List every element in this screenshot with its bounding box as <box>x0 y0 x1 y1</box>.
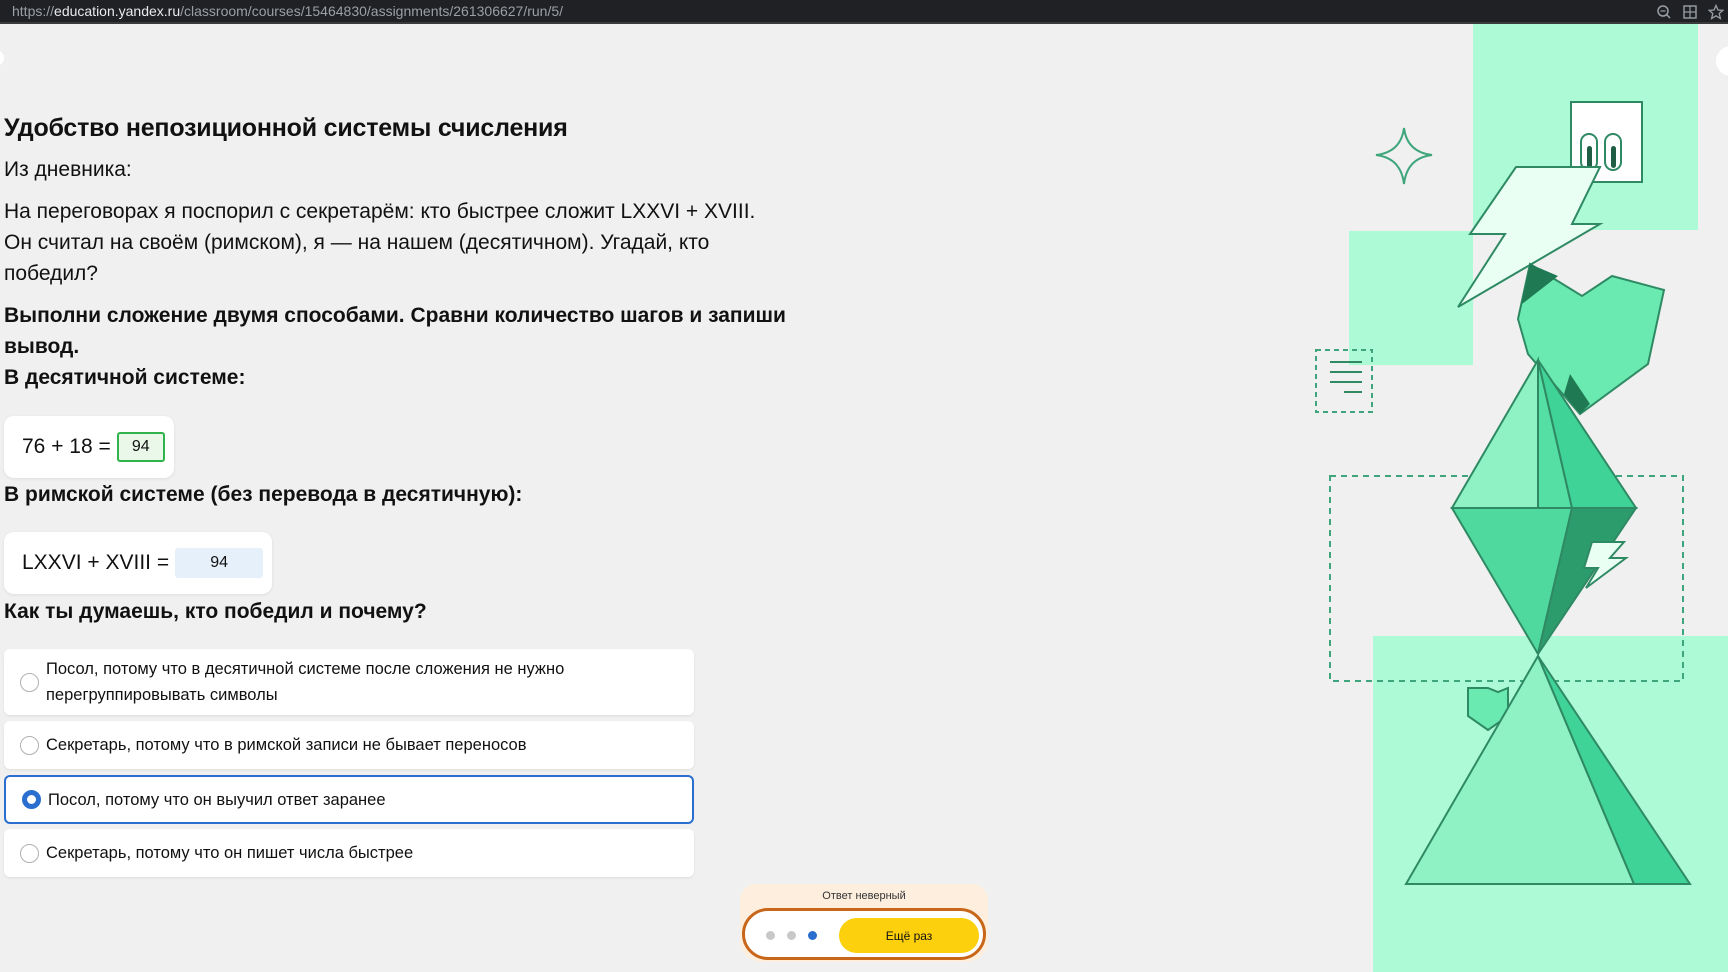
decorative-illustration <box>1315 24 1728 972</box>
retry-button[interactable]: Ещё раз <box>839 918 979 953</box>
answer-option-3-label: Посол, потому что он выучил ответ заране… <box>48 790 386 809</box>
zoom-icon[interactable] <box>1656 4 1672 20</box>
feedback-status: Ответ неверный <box>822 890 906 902</box>
answer-option-4[interactable]: Секретарь, потому что он пишет числа быс… <box>4 829 694 877</box>
story-line-2: Он считал на своём (римском), я — на наш… <box>4 231 710 254</box>
story-line-3: победил? <box>4 262 98 285</box>
page-title: Удобство непозиционной системы счисления <box>4 114 568 142</box>
radio-button[interactable] <box>20 735 39 755</box>
attempt-dot <box>766 931 775 940</box>
mint-block-left <box>1349 231 1473 365</box>
answer-option-2-label: Секретарь, потому что в римской записи н… <box>46 736 527 754</box>
answer-option-3[interactable]: Посол, потому что он выучил ответ заране… <box>4 775 694 824</box>
radio-button[interactable] <box>20 673 39 692</box>
answer-option-1[interactable]: Посол, потому что в десятичной системе п… <box>4 649 694 715</box>
browser-address-bar[interactable]: https://education.yandex.ru/classroom/co… <box>0 0 1728 24</box>
answer-option-2[interactable]: Секретарь, потому что в римской записи н… <box>4 721 694 769</box>
scroll-handle[interactable] <box>0 50 4 66</box>
radio-button-selected[interactable] <box>22 790 41 809</box>
attempt-dot-current <box>808 931 817 940</box>
question-heading: Как ты думаешь, кто победил и почему? <box>4 600 427 623</box>
decimal-heading: В десятичной системе: <box>4 366 246 389</box>
decimal-expression: 76 + 18 = <box>22 435 111 458</box>
small-lightning-icon <box>1582 541 1629 589</box>
sparkle-icon <box>1375 127 1433 185</box>
instruction-line-2: вывод. <box>4 335 80 358</box>
roman-expression-card: LXXVI + XVIII = 94 <box>4 532 272 594</box>
answer-option-4-label: Секретарь, потому что он пишет числа быс… <box>46 844 414 862</box>
instruction-line-1: Выполни сложение двумя способами. Сравни… <box>4 304 786 327</box>
story-line-1: На переговорах я поспорил с секретарём: … <box>4 200 756 223</box>
roman-answer-input[interactable]: 94 <box>175 548 264 578</box>
star-icon[interactable] <box>1708 4 1724 20</box>
answer-option-1-line-1: Посол, потому что в десятичной системе п… <box>46 660 565 678</box>
roman-heading: В римской системе (без перевода в десяти… <box>4 483 523 506</box>
url-text[interactable]: https://education.yandex.ru/classroom/co… <box>12 3 563 19</box>
decimal-answer-input[interactable]: 94 <box>116 432 165 462</box>
attempt-dot <box>787 931 796 940</box>
attempts-bar: Ещё раз <box>742 908 986 960</box>
radio-button[interactable] <box>20 843 39 863</box>
decimal-expression-card: 76 + 18 = 94 <box>4 416 174 478</box>
apps-icon[interactable] <box>1682 4 1698 20</box>
diamond-shape <box>1450 356 1539 509</box>
intro-text: Из дневника: <box>4 158 132 181</box>
answer-option-1-line-2: перегруппировывать символы <box>46 686 278 704</box>
answer-feedback-panel: Ответ неверный Ещё раз <box>740 884 988 962</box>
roman-expression: LXXVI + XVIII = <box>22 551 170 574</box>
